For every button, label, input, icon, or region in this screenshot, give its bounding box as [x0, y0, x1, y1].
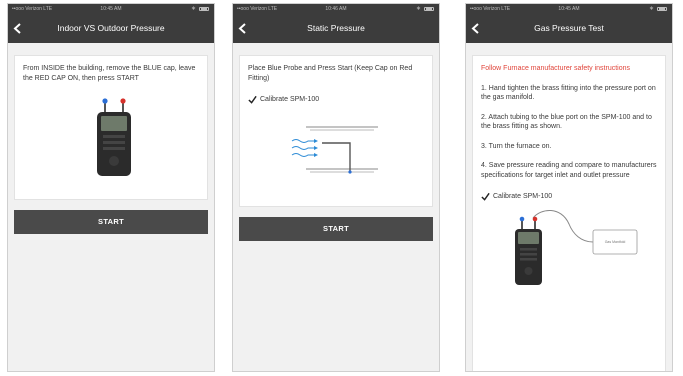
spm-100-device-illustration — [97, 98, 131, 176]
instruction-card: Follow Furnace manufacturer safety instr… — [472, 55, 666, 371]
instruction-text: Place Blue Probe and Press Start (Keep C… — [248, 65, 413, 82]
gas-test-illustration: Gas Manifold — [481, 206, 657, 288]
step-3: 3. Turn the furnace on. — [481, 142, 552, 150]
spm-100-device-icon — [515, 209, 638, 285]
status-bar: ••ooo Verizon LTE 10:45 AM ∗ — [8, 4, 214, 14]
page-title: Indoor VS Outdoor Pressure — [57, 23, 165, 33]
chevron-left-icon[interactable] — [13, 23, 22, 34]
calibrate-label: Calibrate SPM-100 — [493, 193, 553, 200]
chevron-left-icon[interactable] — [471, 23, 480, 34]
start-button[interactable]: START — [239, 217, 433, 241]
instruction-card: Place Blue Probe and Press Start (Keep C… — [239, 55, 433, 207]
calibrate-row[interactable]: Calibrate SPM-100 — [248, 95, 424, 105]
checkmark-icon — [248, 96, 257, 105]
step-2: 2. Attach tubing to the blue port on the… — [481, 113, 652, 131]
clock: 10:46 AM — [325, 6, 347, 12]
red-port-icon — [120, 98, 126, 104]
nav-bar: Gas Pressure Test — [466, 14, 672, 43]
status-bar: ••ooo Verizon LTE 10:46 AM ∗ — [233, 4, 439, 14]
page-title: Static Pressure — [307, 23, 365, 33]
start-button[interactable]: START — [14, 210, 208, 234]
nav-bar: Static Pressure — [233, 14, 439, 43]
status-bar: ••ooo Verizon LTE 10:45 AM ∗ — [466, 4, 672, 14]
bluetooth-icon: ∗ — [648, 6, 654, 12]
nav-bar: Indoor VS Outdoor Pressure — [8, 14, 214, 43]
bluetooth-icon: ∗ — [190, 6, 196, 12]
calibrate-label: Calibrate SPM-100 — [260, 96, 320, 103]
duct-probe-illustration — [291, 126, 378, 174]
instruction-card: From INSIDE the building, remove the BLU… — [14, 55, 208, 200]
screen-indoor-outdoor: ••ooo Verizon LTE 10:45 AM ∗ Indoor VS O… — [7, 3, 215, 372]
step-1: 1. Hand tighten the brass fitting into t… — [481, 84, 656, 102]
clock: 10:45 AM — [100, 6, 122, 12]
bluetooth-icon: ∗ — [415, 6, 421, 12]
chevron-left-icon[interactable] — [238, 23, 247, 34]
checkmark-icon — [481, 193, 490, 202]
clock: 10:45 AM — [558, 6, 580, 12]
safety-warning: Follow Furnace manufacturer safety instr… — [481, 65, 631, 72]
page-title: Gas Pressure Test — [534, 23, 604, 33]
screen-static-pressure: ••ooo Verizon LTE 10:46 AM ∗ Static Pres… — [232, 3, 440, 372]
battery-icon — [199, 7, 209, 11]
screen-gas-pressure-test: ••ooo Verizon LTE 10:45 AM ∗ Gas Pressur… — [465, 3, 673, 372]
instruction-text: From INSIDE the building, remove the BLU… — [23, 65, 196, 82]
battery-icon — [424, 7, 434, 11]
step-4: 4. Save pressure reading and compare to … — [481, 162, 657, 179]
gas-manifold-label: Gas Manifold — [604, 239, 626, 244]
battery-icon — [657, 7, 667, 11]
blue-port-icon — [102, 98, 108, 104]
calibrate-row[interactable]: Calibrate SPM-100 — [481, 192, 657, 202]
